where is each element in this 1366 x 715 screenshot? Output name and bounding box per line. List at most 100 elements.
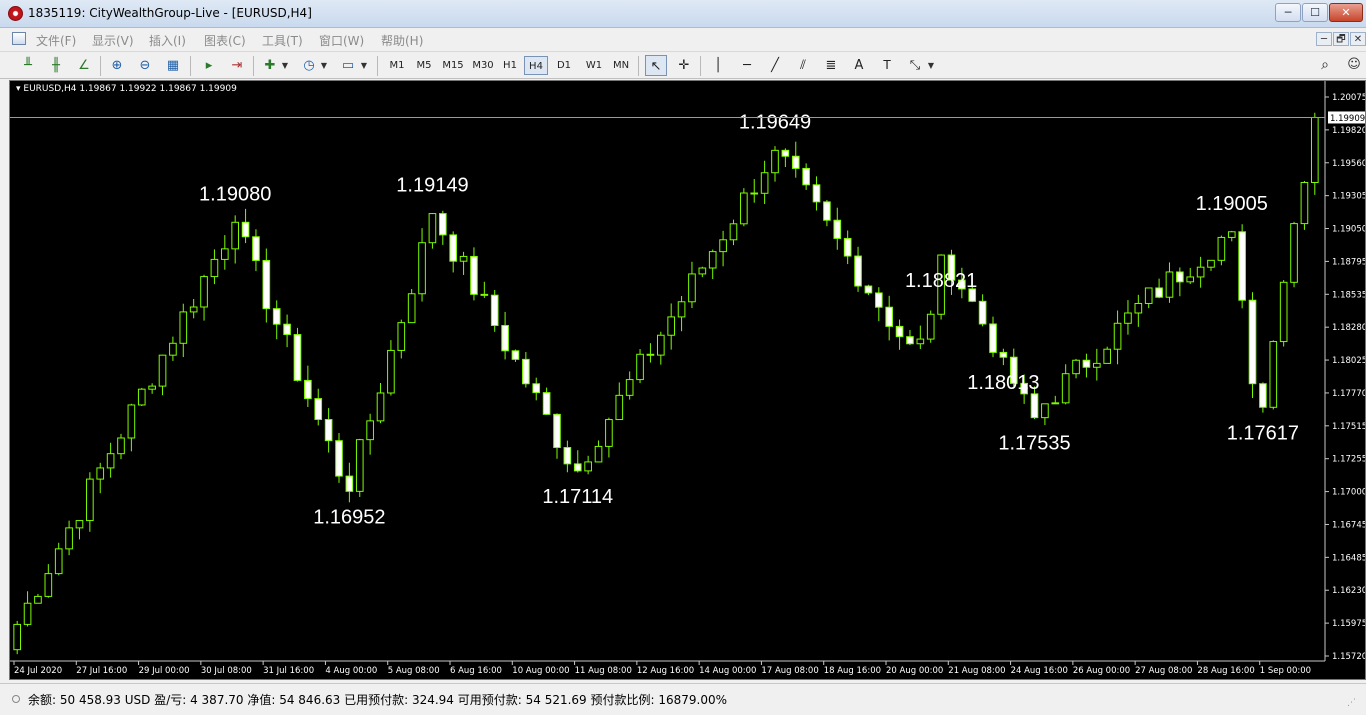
- minimize-button[interactable]: ─: [1275, 3, 1301, 22]
- mdi-minimize-button[interactable]: ─: [1316, 32, 1332, 46]
- menu-window[interactable]: 窗口(W): [319, 32, 364, 49]
- indicators-icon[interactable]: ✚: [259, 55, 281, 76]
- chevron-down-icon[interactable]: ▼: [279, 55, 291, 76]
- candle-body: [387, 349, 395, 394]
- timeframe-m5[interactable]: M5: [412, 56, 436, 75]
- time-axis-label: 27 Aug 08:00: [1135, 666, 1192, 676]
- candlestick-chart[interactable]: 1.19080 1.16952 1.19149 1.17114 1.19649 1.188…: [10, 81, 1365, 679]
- text-label-icon[interactable]: T: [876, 55, 898, 76]
- menu-charts[interactable]: 图表(C): [204, 32, 246, 49]
- candle-body: [1092, 362, 1101, 368]
- candle-body: [117, 437, 125, 455]
- candle-body: [459, 255, 468, 262]
- line-chart-icon[interactable]: ∠: [73, 55, 95, 76]
- community-icon[interactable]: ☺: [1344, 56, 1364, 74]
- auto-scroll-icon[interactable]: ▸: [198, 55, 220, 76]
- close-button[interactable]: ✕: [1329, 3, 1363, 22]
- candle-body: [428, 213, 437, 244]
- candle-body: [854, 255, 862, 287]
- chart-window[interactable]: 1.19080 1.16952 1.19149 1.17114 1.19649 1.188…: [9, 80, 1366, 680]
- timeframe-m15[interactable]: M15: [439, 56, 467, 75]
- candle-body: [522, 358, 530, 385]
- text-tool-icon[interactable]: A: [848, 55, 870, 76]
- candle-body: [262, 259, 271, 310]
- candle-body: [1227, 231, 1236, 238]
- toolbar-separator: [638, 56, 639, 76]
- candle-body: [293, 334, 302, 381]
- candle-body: [771, 149, 779, 174]
- timeframe-w1[interactable]: W1: [582, 56, 606, 75]
- mdi-restore-button[interactable]: 🗗: [1333, 32, 1349, 46]
- menu-help[interactable]: 帮助(H): [381, 32, 423, 49]
- mdi-close-button[interactable]: ✕: [1350, 32, 1366, 46]
- candle-body: [86, 478, 94, 522]
- templates-icon[interactable]: ▭: [337, 55, 359, 76]
- horizontal-line-icon[interactable]: ─: [736, 55, 758, 76]
- trendline-icon[interactable]: ╱: [764, 55, 786, 76]
- price-axis-label: 1.18795: [1332, 257, 1365, 267]
- time-axis-label: 28 Aug 16:00: [1197, 666, 1254, 676]
- time-axis-label: 14 Aug 00:00: [699, 666, 756, 676]
- candle-body: [698, 267, 707, 275]
- equidistant-channel-icon[interactable]: ⫽: [792, 55, 814, 76]
- chevron-down-icon[interactable]: ▼: [358, 55, 370, 76]
- timeframe-m1[interactable]: M1: [385, 56, 409, 75]
- cursor-arrow-icon[interactable]: ↖: [645, 55, 667, 76]
- arrows-icon[interactable]: ⤡: [904, 55, 926, 76]
- menu-insert[interactable]: 插入(I): [149, 32, 186, 49]
- candle-body: [1072, 359, 1080, 375]
- timeframe-d1[interactable]: D1: [553, 56, 575, 75]
- search-icon[interactable]: ⌕: [1316, 56, 1334, 74]
- candle-body: [864, 285, 873, 294]
- candle-body: [895, 325, 904, 338]
- candle-body: [656, 334, 665, 356]
- periods-clock-icon[interactable]: ◷: [298, 55, 320, 76]
- chevron-down-icon[interactable]: ▼: [925, 55, 937, 76]
- timeframe-mn[interactable]: MN: [609, 56, 633, 75]
- candle-body: [1144, 287, 1153, 304]
- bar-chart-icon[interactable]: ╨: [17, 55, 39, 76]
- maximize-button[interactable]: ☐: [1302, 3, 1328, 22]
- candle-body: [833, 219, 842, 239]
- candle-body: [272, 308, 281, 325]
- menu-view[interactable]: 显示(V): [92, 32, 134, 49]
- candle-body: [740, 192, 748, 225]
- menu-file[interactable]: 文件(F): [36, 32, 76, 49]
- timeframe-h1[interactable]: H1: [499, 56, 521, 75]
- candle-body: [708, 251, 717, 269]
- price-annotation: 1.16952: [313, 506, 385, 528]
- candle-body: [1207, 259, 1215, 268]
- zoom-out-icon[interactable]: ⊖: [134, 55, 156, 76]
- candle-body: [791, 155, 800, 169]
- chevron-down-icon[interactable]: ▼: [318, 55, 330, 76]
- timeframe-m30[interactable]: M30: [469, 56, 497, 75]
- time-axis-label: 20 Aug 00:00: [886, 666, 943, 676]
- timeframe-h4[interactable]: H4: [524, 56, 548, 75]
- menu-tools[interactable]: 工具(T): [262, 32, 303, 49]
- candle-body: [916, 338, 925, 345]
- candlestick-chart-icon[interactable]: ╫: [45, 55, 67, 76]
- symbol-info-text: EURUSD,H4 1.19867 1.19922 1.19867 1.1990…: [23, 84, 237, 94]
- zoom-in-icon[interactable]: ⊕: [106, 55, 128, 76]
- candle-body: [345, 475, 354, 492]
- candle-body: [843, 237, 852, 257]
- candle-body: [304, 379, 312, 400]
- candle-body: [1248, 299, 1257, 385]
- crosshair-icon[interactable]: ✛: [673, 55, 695, 76]
- candle-body: [179, 311, 188, 344]
- fibonacci-icon[interactable]: ≣: [820, 55, 842, 76]
- candle-body: [1238, 231, 1246, 301]
- candle-body: [1279, 281, 1288, 343]
- candle-body: [1103, 348, 1112, 364]
- time-axis-label: 12 Aug 16:00: [637, 666, 694, 676]
- vertical-line-icon[interactable]: │: [707, 55, 729, 76]
- candle-body: [169, 342, 177, 356]
- account-summary: 余额: 50 458.93 USD 盈/亏: 4 387.70 净值: 54 8…: [28, 693, 728, 707]
- chart-shift-icon[interactable]: ⇥: [226, 55, 248, 76]
- resize-grip-icon[interactable]: ⋰: [1347, 698, 1363, 712]
- tile-windows-icon[interactable]: ▦: [162, 55, 184, 76]
- candle-body: [750, 192, 759, 195]
- candle-body: [885, 306, 894, 327]
- price-axis-label: 1.19305: [1332, 192, 1365, 202]
- toolbar-separator: [100, 56, 101, 76]
